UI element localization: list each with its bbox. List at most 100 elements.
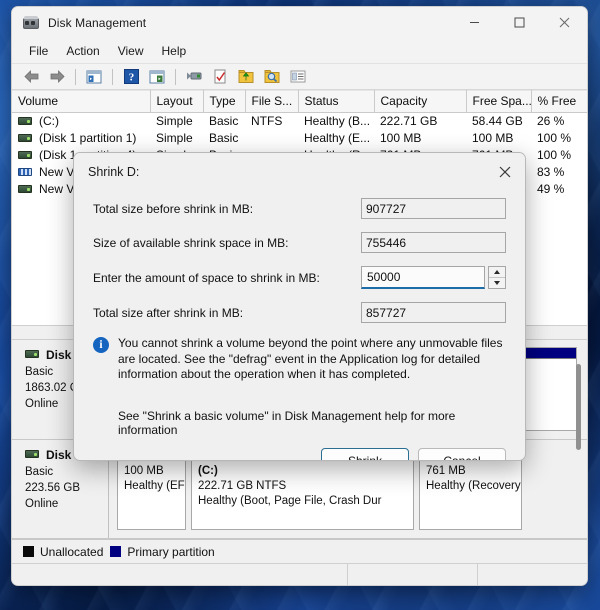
shrink-amount-stepper[interactable]: 50000	[361, 266, 506, 289]
menu-item-help[interactable]: Help	[153, 41, 196, 61]
capacity-cell: 222.71 GB	[380, 114, 438, 129]
partition-text: (C:) 222.71 GB NTFS Healthy (Boot, Page …	[192, 459, 413, 509]
filesystem-cell	[245, 130, 298, 147]
legend: Unallocated Primary partition	[12, 539, 587, 563]
field-row-available-shrink-space: Size of available shrink space in MB: 75…	[93, 232, 506, 253]
maximize-icon[interactable]	[497, 7, 542, 38]
volume-label: (Disk 1 partition 1)	[39, 131, 137, 145]
percent-free-cell: 100 %	[537, 131, 572, 145]
volume-cell: (C:)	[12, 113, 150, 130]
dialog-title: Shrink D:	[88, 164, 140, 179]
info-text: You cannot shrink a volume beyond the po…	[118, 336, 503, 381]
disk-type: Basic	[25, 466, 54, 479]
partition-status: Healthy (Boot, Page File, Crash Dur	[198, 495, 382, 508]
disk-view-scrollbar[interactable]	[573, 344, 584, 535]
column-header-free-space[interactable]: Free Spa...	[466, 90, 532, 113]
legend-item-unallocated: Unallocated	[23, 545, 103, 559]
free-space-cell: 100 MB	[472, 131, 514, 145]
menu-item-action[interactable]: Action	[57, 41, 108, 61]
disk-state: Online	[25, 498, 59, 511]
list-view-icon[interactable]	[286, 66, 310, 88]
type-cell: Basic	[209, 114, 239, 129]
volume-icon	[18, 117, 32, 126]
volume-icon	[18, 150, 32, 159]
search-icon[interactable]	[260, 66, 284, 88]
field-label: Total size before shrink in MB:	[93, 201, 254, 216]
toolbar-separator	[75, 68, 76, 85]
legend-label: Unallocated	[40, 544, 104, 559]
table-row[interactable]: (Disk 1 partition 1) Simple Basic Health…	[12, 130, 587, 147]
column-header-capacity[interactable]: Capacity	[374, 90, 467, 113]
column-header-percent-free[interactable]: % Free	[531, 90, 587, 113]
info-message: i You cannot shrink a volume beyond the …	[93, 336, 506, 383]
field-label: Total size after shrink in MB:	[93, 305, 244, 320]
legend-label: Primary partition	[127, 544, 215, 559]
rescan-disks-icon[interactable]	[234, 66, 258, 88]
close-icon[interactable]	[542, 7, 587, 38]
percent-free-cell: 49 %	[537, 182, 565, 196]
field-row-total-size-after: Total size after shrink in MB: 857727	[93, 302, 506, 323]
total-size-after-shrink-value: 857727	[361, 302, 506, 323]
partition-status: Healthy (EF	[124, 480, 185, 493]
filesystem-cell: NTFS	[251, 114, 283, 129]
free-space-cell: 58.44 GB	[472, 114, 523, 129]
disk-size: 223.56 GB	[25, 482, 80, 495]
cancel-button[interactable]: Cancel	[418, 448, 506, 460]
window-title: Disk Management	[48, 15, 147, 30]
primary-partition-swatch	[110, 546, 122, 557]
dialog-footer: Shrink Cancel	[74, 437, 525, 460]
minimize-icon[interactable]	[452, 7, 497, 38]
close-icon[interactable]	[485, 153, 525, 190]
partition-status: Healthy (Recovery	[426, 480, 521, 493]
scrollbar-thumb[interactable]	[576, 364, 581, 450]
shrink-dialog: Shrink D: Total size before shrink in MB…	[73, 152, 526, 461]
volume-cell: (Disk 1 partition 1)	[12, 130, 150, 147]
volume-label: (C:)	[39, 114, 59, 129]
help-icon[interactable]: ?	[119, 66, 143, 88]
dialog-body: Total size before shrink in MB: 907727 S…	[74, 190, 525, 437]
percent-free-cell: 83 %	[537, 165, 565, 179]
column-header-volume[interactable]: Volume	[12, 90, 151, 113]
percent-free-cell: 26 %	[537, 114, 565, 129]
show-hide-console-tree-icon[interactable]	[82, 66, 106, 88]
partition-text: 100 MB Healthy (EF	[118, 459, 185, 494]
column-header-status[interactable]: Status	[298, 90, 375, 113]
back-icon[interactable]	[19, 66, 43, 88]
column-header-filesystem[interactable]: File S...	[245, 90, 299, 113]
available-shrink-space-value: 755446	[361, 232, 506, 253]
partition-size: 761 MB	[426, 465, 466, 478]
menu-bar: File Action View Help	[12, 38, 587, 64]
field-row-amount-to-shrink: Enter the amount of space to shrink in M…	[93, 266, 506, 289]
partition-size: 100 MB	[124, 465, 164, 478]
menu-item-view[interactable]: View	[109, 41, 153, 61]
status-bar	[12, 563, 587, 585]
column-header-type[interactable]: Type	[203, 90, 246, 113]
partition-text: 761 MB Healthy (Recovery	[420, 459, 521, 494]
layout-cell: Simple	[156, 114, 193, 129]
properties-icon[interactable]	[182, 66, 206, 88]
shrink-button[interactable]: Shrink	[321, 448, 409, 460]
toolbar: ?	[12, 64, 587, 90]
status-cell: Healthy (B...	[304, 114, 371, 129]
status-segment	[347, 564, 477, 585]
column-header-layout[interactable]: Layout	[150, 90, 204, 113]
disk-icon	[25, 350, 39, 358]
shrink-amount-input[interactable]: 50000	[361, 266, 485, 289]
partition-size: 222.71 GB NTFS	[198, 480, 287, 493]
stepper-up-icon[interactable]	[489, 267, 505, 278]
field-label: Enter the amount of space to shrink in M…	[93, 270, 320, 285]
forward-icon[interactable]	[45, 66, 69, 88]
layout-cell: Simple	[156, 131, 193, 145]
dialog-title-bar: Shrink D:	[74, 153, 525, 190]
disk-management-icon	[23, 15, 39, 30]
title-bar: Disk Management	[12, 7, 587, 38]
disk-icon	[25, 450, 39, 459]
info-icon: i	[93, 337, 109, 353]
refresh-icon[interactable]	[208, 66, 232, 88]
stepper-down-icon[interactable]	[489, 278, 505, 289]
svg-text:?: ?	[128, 72, 134, 84]
show-hide-action-pane-icon[interactable]	[145, 66, 169, 88]
partition-label: (C:)	[198, 465, 218, 478]
menu-item-file[interactable]: File	[20, 41, 57, 61]
table-row[interactable]: (C:) Simple Basic NTFS Healthy (B... 222…	[12, 113, 587, 130]
